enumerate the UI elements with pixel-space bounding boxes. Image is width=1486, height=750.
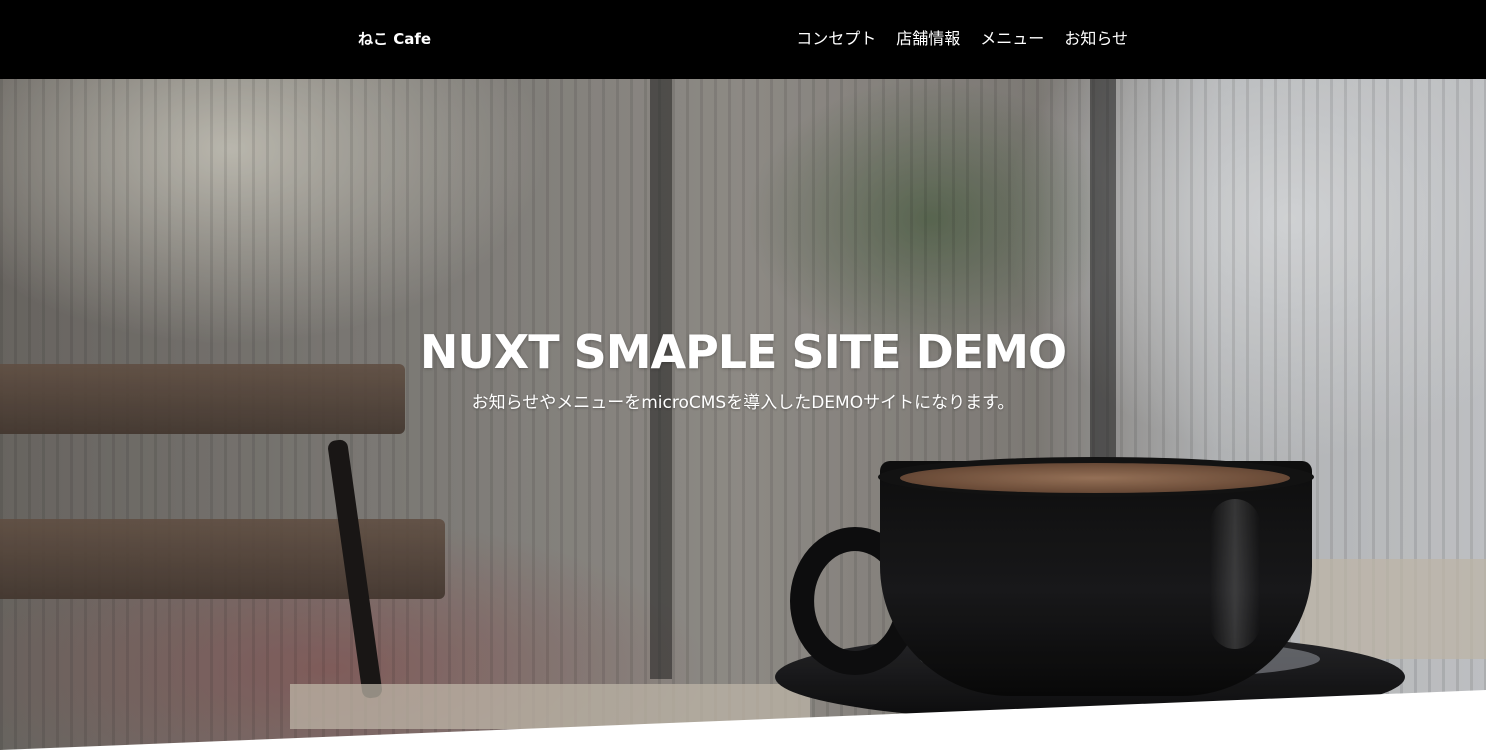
nav-link-menu[interactable]: メニュー xyxy=(980,28,1044,50)
hero-title: NUXT SMAPLE SITE DEMO xyxy=(419,325,1067,379)
nav-link-concept[interactable]: コンセプト xyxy=(796,28,876,50)
hero-subtitle: お知らせやメニューをmicroCMSを導入したDEMOサイトになります。 xyxy=(471,393,1015,413)
main-nav: コンセプト 店舗情報 メニュー お知らせ xyxy=(796,28,1128,50)
nav-link-store-info[interactable]: 店舗情報 xyxy=(896,28,960,50)
site-logo[interactable]: ねこ Cafe xyxy=(358,29,431,49)
nav-link-news[interactable]: お知らせ xyxy=(1064,28,1128,50)
site-header: ねこ Cafe コンセプト 店舗情報 メニュー お知らせ xyxy=(0,0,1486,79)
hero-section: NUXT SMAPLE SITE DEMO お知らせやメニューをmicroCMS… xyxy=(0,79,1486,750)
